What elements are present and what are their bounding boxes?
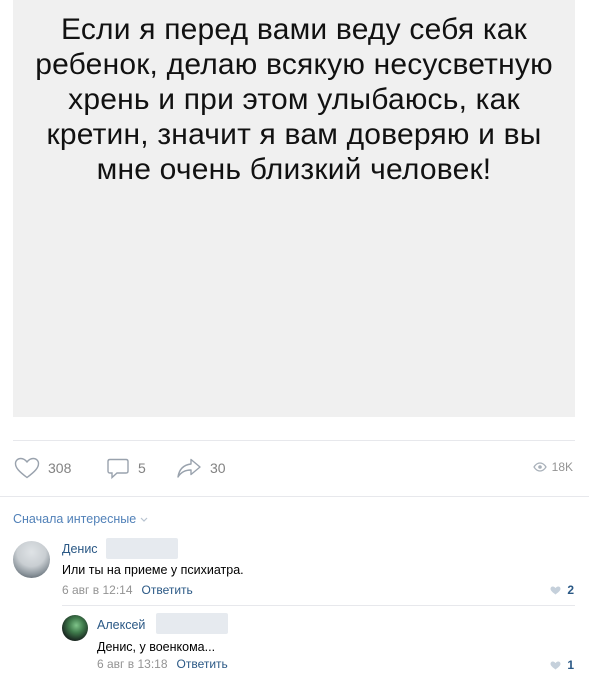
like-count: 308 xyxy=(48,460,72,476)
redacted-surname xyxy=(156,613,228,634)
comment-like-button[interactable]: 2 xyxy=(550,583,574,597)
post-image[interactable]: Если я перед вами веду себя как ребенок,… xyxy=(13,0,575,417)
comment-date[interactable]: 6 авг в 12:14 xyxy=(62,583,133,597)
avatar[interactable] xyxy=(13,541,50,578)
like-button[interactable]: 308 xyxy=(14,456,71,480)
comment-like-count: 1 xyxy=(567,658,574,672)
comment-text: Денис, у военкома... xyxy=(97,640,216,654)
heart-icon xyxy=(14,457,40,479)
comment-author[interactable]: Денис xyxy=(62,542,98,556)
comment-meta: 6 авг в 13:18 Ответить xyxy=(97,657,228,671)
comment-like-count: 2 xyxy=(567,583,574,597)
reply-button[interactable]: Ответить xyxy=(142,583,193,597)
share-button[interactable]: 30 xyxy=(176,456,226,480)
comment-button[interactable]: 5 xyxy=(106,456,146,480)
redacted-surname xyxy=(106,538,178,559)
actions-divider xyxy=(0,496,589,497)
comment-divider xyxy=(62,605,575,606)
heart-icon xyxy=(550,586,561,594)
share-count: 30 xyxy=(210,460,226,476)
comment-like-button[interactable]: 1 xyxy=(550,658,574,672)
comment-text: Или ты на приеме у психиатра. xyxy=(62,563,244,577)
comment-count: 5 xyxy=(138,460,146,476)
comments-sort-label: Сначала интересные xyxy=(13,512,137,526)
views-count: 18K xyxy=(551,460,573,474)
share-icon xyxy=(177,458,201,478)
reply-button[interactable]: Ответить xyxy=(177,657,228,671)
post-image-text: Если я перед вами веду себя как ребенок,… xyxy=(35,13,553,186)
comment-meta: 6 авг в 12:14 Ответить xyxy=(62,583,193,597)
views-counter: 18K xyxy=(532,460,573,474)
eye-icon xyxy=(532,462,547,472)
comment-date[interactable]: 6 авг в 13:18 xyxy=(97,657,168,671)
comments-sort-dropdown[interactable]: Сначала интересные xyxy=(13,512,148,526)
avatar[interactable] xyxy=(62,615,88,641)
chevron-down-icon xyxy=(140,517,148,522)
post-divider xyxy=(13,440,575,441)
comment-author[interactable]: Алексей xyxy=(97,618,145,632)
heart-icon xyxy=(550,661,561,669)
comment-icon xyxy=(107,458,129,480)
